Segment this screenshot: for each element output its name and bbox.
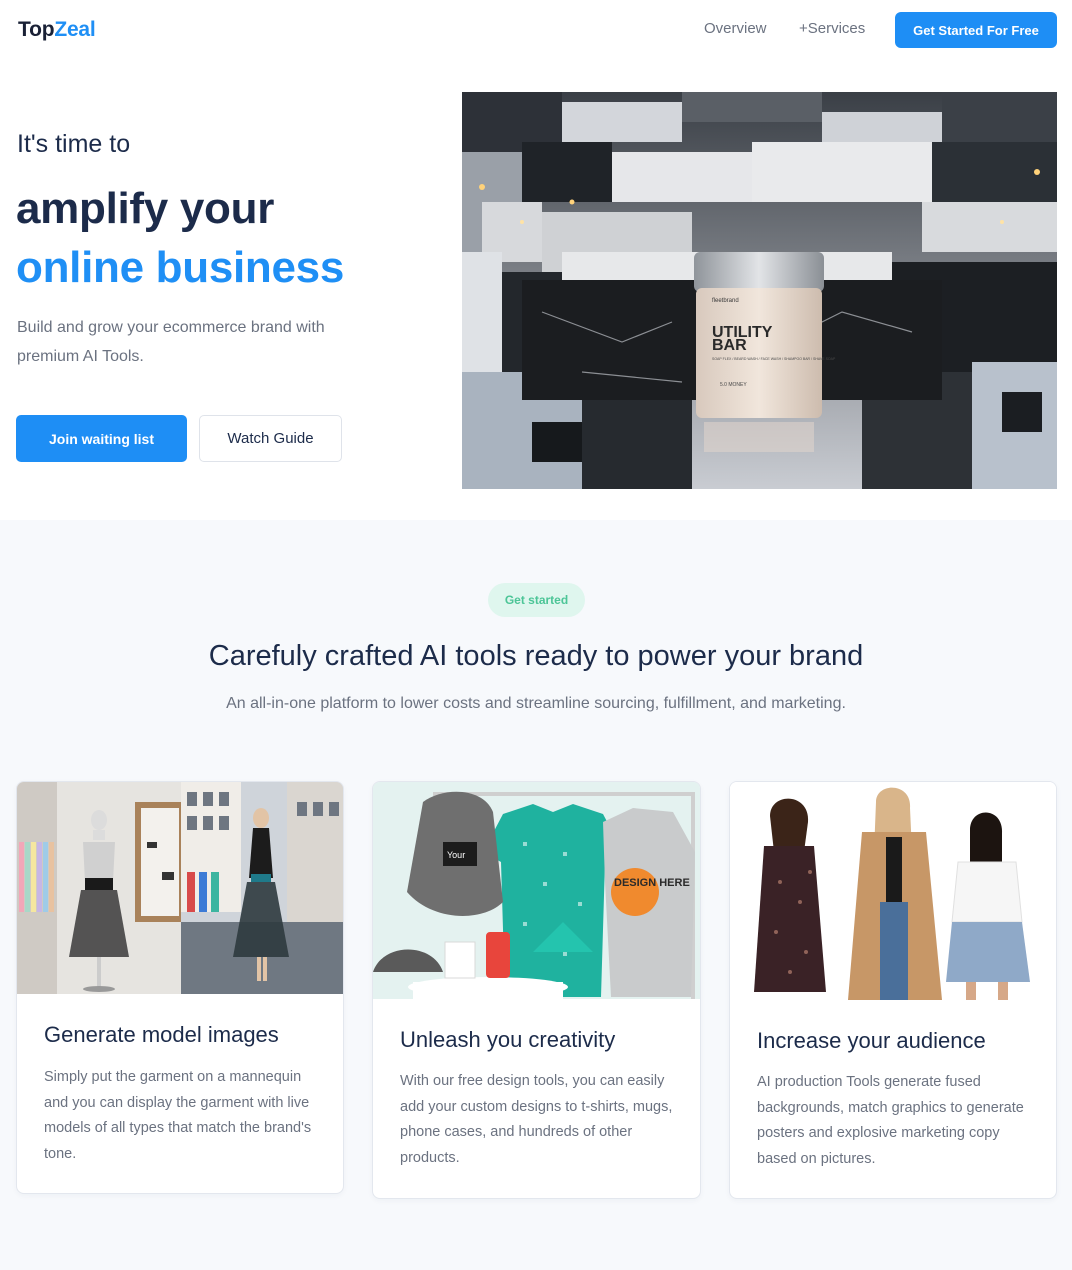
card-title: Increase your audience bbox=[757, 1028, 986, 1053]
nav-link-overview[interactable]: Overview bbox=[704, 20, 767, 37]
nav-link-services[interactable]: +Services bbox=[799, 20, 865, 37]
feature-card-audience[interactable]: Increase your audience AI production Too… bbox=[729, 781, 1057, 1199]
join-waiting-list-button[interactable]: Join waiting list bbox=[16, 415, 187, 462]
custom-merch-image: DESIGN HERE Your bbox=[373, 782, 700, 999]
get-started-badge: Get started bbox=[488, 583, 585, 617]
bag-design-text: Your bbox=[447, 850, 465, 860]
hero-intro: It's time to bbox=[17, 130, 131, 158]
jar-desc: SOAP FLEX / BEARD WASH / FACE WASH / SHA… bbox=[712, 357, 836, 361]
watch-guide-button[interactable]: Watch Guide bbox=[199, 415, 342, 462]
mannequin-model-image bbox=[17, 782, 343, 994]
logo-text-top: Top bbox=[18, 18, 55, 41]
feature-card-model-images[interactable]: Generate model images Simply put the gar… bbox=[16, 781, 344, 1194]
jar-name-2: BAR bbox=[712, 337, 747, 354]
card-title: Unleash you creativity bbox=[400, 1027, 616, 1052]
logo[interactable]: TopZeal bbox=[18, 18, 96, 42]
hero-description: Build and grow your ecommerce brand with… bbox=[17, 319, 325, 365]
top-navbar: TopZeal Overview +Services Get Started F… bbox=[0, 0, 1072, 62]
jar-brand: fleetbrand bbox=[712, 298, 739, 304]
feature-card-creativity[interactable]: DESIGN HERE Your Unleash you creativity … bbox=[372, 781, 701, 1199]
hero-product-image: fleetbrand UTILITY BAR SOAP FLEX / BEARD… bbox=[462, 92, 1057, 489]
hoodie-design-text: DESIGN HERE bbox=[614, 877, 690, 889]
hero-headline: amplify your bbox=[16, 184, 275, 233]
models-group-image bbox=[730, 782, 1056, 1000]
hero-headline-accent: online business bbox=[16, 243, 345, 292]
section-subtitle: An all-in-one platform to lower costs an… bbox=[226, 695, 846, 712]
card-text: AI production Tools generate fused backg… bbox=[757, 1074, 1024, 1167]
features-section: Get started Carefuly crafted AI tools re… bbox=[0, 520, 1072, 1270]
card-text: With our free design tools, you can easi… bbox=[400, 1073, 673, 1166]
card-text: Simply put the garment on a mannequin an… bbox=[44, 1069, 312, 1162]
get-started-button[interactable]: Get Started For Free bbox=[895, 12, 1057, 48]
logo-text-zeal: Zeal bbox=[54, 18, 96, 41]
card-title: Generate model images bbox=[44, 1022, 279, 1047]
section-title: Carefuly crafted AI tools ready to power… bbox=[208, 640, 864, 672]
jar-scent: 5.0 MONEY bbox=[720, 382, 747, 388]
